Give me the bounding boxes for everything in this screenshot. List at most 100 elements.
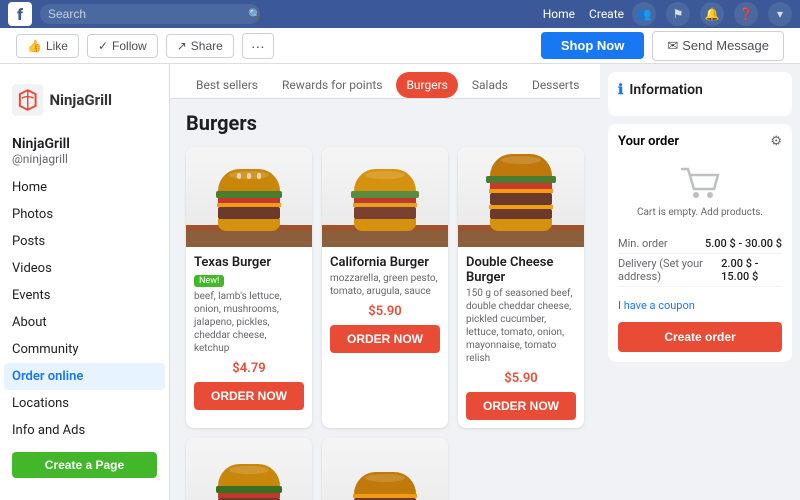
min-order-label: Min. order bbox=[618, 237, 668, 250]
more-button[interactable]: ··· bbox=[242, 33, 274, 59]
sidebar-item-locations[interactable]: Locations bbox=[0, 390, 169, 417]
sidebar-item-photos[interactable]: Photos bbox=[0, 201, 169, 228]
facebook-logo: f bbox=[8, 2, 32, 26]
order-btn-double-cheese[interactable]: ORDER NOW bbox=[466, 392, 576, 420]
sidebar: NinjaGrill NinjaGrill @ninjagrill Home P… bbox=[0, 64, 170, 500]
tab-rewards[interactable]: Rewards for points bbox=[272, 72, 393, 98]
brand-name: NinjaGrill bbox=[49, 91, 112, 109]
search-input[interactable] bbox=[40, 4, 260, 24]
share-icon: ↗ bbox=[177, 39, 187, 53]
flag-icon[interactable]: ⚑ bbox=[666, 2, 690, 26]
information-title: ℹ Information bbox=[618, 82, 782, 98]
create-order-button[interactable]: Create order bbox=[618, 322, 782, 352]
top-navigation: f 🔍 Home Create 👥 ⚑ 🔔 ❓ ▾ bbox=[0, 0, 800, 28]
like-button[interactable]: 👍 Like bbox=[16, 34, 79, 58]
search-button[interactable]: 🔍 bbox=[248, 8, 262, 21]
coupon-link[interactable]: I have a coupon bbox=[618, 295, 782, 316]
like-icon: 👍 bbox=[27, 39, 42, 53]
people-icon[interactable]: 👥 bbox=[632, 2, 656, 26]
tab-beverages[interactable]: Beverages bbox=[593, 72, 600, 98]
sidebar-user-info: NinjaGrill @ninjagrill bbox=[0, 132, 169, 174]
sidebar-item-order-online[interactable]: Order online bbox=[4, 363, 165, 390]
section-title: Burgers bbox=[186, 111, 584, 135]
order-header: Your order ⚙ bbox=[618, 134, 782, 149]
help-icon[interactable]: ❓ bbox=[734, 2, 758, 26]
follow-icon: ✓ bbox=[98, 39, 108, 53]
tab-burgers[interactable]: Burgers bbox=[396, 72, 457, 98]
order-btn-texas[interactable]: ORDER NOW bbox=[194, 382, 304, 410]
product-desc-double-cheese: 150 g of seasoned beef, double cheddar c… bbox=[466, 287, 576, 365]
min-order-row: Min. order 5.00 $ - 30.00 $ bbox=[618, 234, 782, 254]
placeholder-cell bbox=[458, 438, 584, 500]
right-panel: ℹ Information Your order ⚙ Cart is empty… bbox=[600, 64, 800, 500]
main-layout: NinjaGrill NinjaGrill @ninjagrill Home P… bbox=[0, 64, 800, 500]
product-desc-texas: beef, lamb's lettuce, onion, mushrooms, … bbox=[194, 290, 304, 355]
product-name-double-cheese: Double Cheese Burger bbox=[466, 255, 576, 285]
product-card-double-cheese: Double Cheese Burger 150 g of seasoned b… bbox=[458, 147, 584, 428]
product-price-double-cheese: $5.90 bbox=[466, 371, 576, 386]
product-card-extra1 bbox=[186, 438, 312, 500]
sidebar-item-events[interactable]: Events bbox=[0, 282, 169, 309]
category-tabs: Best sellers Rewards for points Burgers … bbox=[170, 64, 600, 99]
shop-now-button[interactable]: Shop Now bbox=[541, 32, 645, 59]
gear-icon[interactable]: ⚙ bbox=[770, 134, 782, 149]
share-button[interactable]: ↗ Share bbox=[166, 34, 234, 58]
sidebar-item-videos[interactable]: Videos bbox=[0, 255, 169, 282]
nav-icons: 👥 ⚑ 🔔 ❓ ▾ bbox=[632, 2, 792, 26]
delivery-row: Delivery (Set your address) 2.00 $ - 15.… bbox=[618, 254, 782, 287]
cart-icon bbox=[680, 167, 720, 203]
create-page-button[interactable]: Create a Page bbox=[12, 452, 157, 478]
product-info-california: California Burger mozzarella, green pest… bbox=[322, 247, 448, 361]
order-card: Your order ⚙ Cart is empty. Add products… bbox=[608, 124, 792, 362]
products-grid-row2 bbox=[186, 438, 584, 500]
product-card-california: California Burger mozzarella, green pest… bbox=[322, 147, 448, 428]
order-btn-california[interactable]: ORDER NOW bbox=[330, 325, 440, 353]
action-bar: 👍 Like ✓ Follow ↗ Share ··· Shop Now ✉ S… bbox=[0, 28, 800, 64]
content-area: Best sellers Rewards for points Burgers … bbox=[170, 64, 600, 500]
product-image-extra2 bbox=[322, 438, 448, 500]
cart-area: Cart is empty. Add products. bbox=[618, 159, 782, 226]
brand-logo-icon bbox=[12, 84, 43, 116]
bell-icon[interactable]: 🔔 bbox=[700, 2, 724, 26]
sidebar-item-community[interactable]: Community bbox=[0, 336, 169, 363]
message-icon: ✉ bbox=[667, 38, 678, 54]
product-image-extra1 bbox=[186, 438, 312, 500]
sidebar-navigation: Home Photos Posts Videos Events About Co… bbox=[0, 174, 169, 444]
product-info-texas: Texas Burger New! beef, lamb's lettuce, … bbox=[186, 247, 312, 418]
product-card-extra2 bbox=[322, 438, 448, 500]
product-image-california bbox=[322, 147, 448, 247]
products-area: Burgers bbox=[170, 99, 600, 500]
cart-empty-text: Cart is empty. Add products. bbox=[637, 207, 763, 218]
product-price-texas: $4.79 bbox=[194, 361, 304, 376]
product-info-double-cheese: Double Cheese Burger 150 g of seasoned b… bbox=[458, 247, 584, 428]
product-desc-california: mozzarella, green pesto, tomato, arugula… bbox=[330, 272, 440, 298]
info-icon: ℹ bbox=[618, 82, 623, 98]
tab-desserts[interactable]: Desserts bbox=[522, 72, 589, 98]
products-grid: Texas Burger New! beef, lamb's lettuce, … bbox=[186, 147, 584, 428]
nav-home-link[interactable]: Home bbox=[543, 7, 575, 21]
product-price-california: $5.90 bbox=[330, 304, 440, 319]
nav-create-link[interactable]: Create bbox=[589, 7, 624, 21]
tab-salads[interactable]: Salads bbox=[462, 72, 518, 98]
follow-button[interactable]: ✓ Follow bbox=[87, 34, 158, 58]
sidebar-item-home[interactable]: Home bbox=[0, 174, 169, 201]
brand-logo-area: NinjaGrill bbox=[0, 72, 169, 132]
nav-links: Home Create bbox=[543, 7, 624, 21]
min-order-value: 5.00 $ - 30.00 $ bbox=[705, 237, 782, 250]
product-image-double-cheese bbox=[458, 147, 584, 247]
order-title: Your order bbox=[618, 134, 679, 149]
product-name-texas: Texas Burger bbox=[194, 255, 304, 270]
send-message-button[interactable]: ✉ Send Message bbox=[652, 31, 784, 61]
product-name-california: California Burger bbox=[330, 255, 440, 270]
sidebar-item-info-ads[interactable]: Info and Ads bbox=[0, 417, 169, 444]
order-details: Min. order 5.00 $ - 30.00 $ Delivery (Se… bbox=[618, 234, 782, 287]
delivery-value: 2.00 $ - 15.00 $ bbox=[721, 257, 782, 283]
sidebar-item-about[interactable]: About bbox=[0, 309, 169, 336]
product-card-texas: Texas Burger New! beef, lamb's lettuce, … bbox=[186, 147, 312, 428]
tab-best-sellers[interactable]: Best sellers bbox=[186, 72, 268, 98]
product-image-texas bbox=[186, 147, 312, 247]
sidebar-item-posts[interactable]: Posts bbox=[0, 228, 169, 255]
account-menu-icon[interactable]: ▾ bbox=[768, 2, 792, 26]
product-badge-texas: New! bbox=[194, 275, 224, 287]
delivery-label: Delivery (Set your address) bbox=[618, 257, 721, 283]
